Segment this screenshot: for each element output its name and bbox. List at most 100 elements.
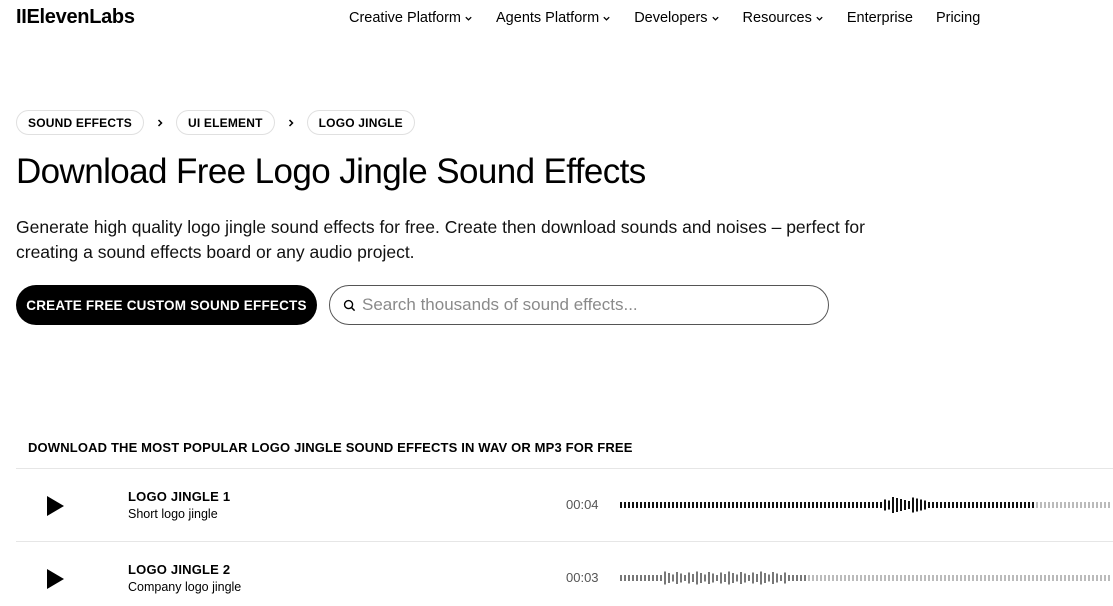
waveform-bar bbox=[924, 575, 926, 581]
breadcrumb-ui-element[interactable]: UI ELEMENT bbox=[175, 110, 275, 135]
waveform-bar bbox=[812, 575, 814, 581]
top-navigation-bar: IIElevenLabs Creative Platform Agents Pl… bbox=[0, 0, 1113, 36]
nav-pricing[interactable]: Pricing bbox=[936, 10, 980, 26]
waveform-bar bbox=[1024, 502, 1026, 508]
nav-creative-platform[interactable]: Creative Platform bbox=[349, 10, 473, 26]
waveform-bar bbox=[968, 502, 970, 508]
waveform-bar bbox=[920, 575, 922, 581]
waveform-bar bbox=[1056, 502, 1058, 508]
waveform-bar bbox=[632, 575, 634, 581]
waveform-bar bbox=[792, 575, 794, 581]
nav-agents-platform[interactable]: Agents Platform bbox=[496, 10, 611, 26]
waveform-bar bbox=[932, 575, 934, 581]
waveform-bar bbox=[704, 502, 706, 508]
waveform-bar bbox=[676, 572, 678, 584]
waveform-bar bbox=[848, 575, 850, 581]
breadcrumb-logo-jingle[interactable]: LOGO JINGLE bbox=[306, 110, 415, 135]
waveform-bar bbox=[892, 575, 894, 581]
waveform-bar bbox=[772, 572, 774, 584]
page-title: Download Free Logo Jingle Sound Effects bbox=[16, 152, 646, 191]
search-icon bbox=[343, 299, 356, 311]
search-input[interactable] bbox=[362, 295, 802, 315]
waveform-bar bbox=[1080, 575, 1082, 581]
waveform-bar bbox=[928, 502, 930, 508]
waveform-bar bbox=[872, 502, 874, 508]
sound-row: LOGO JINGLE 1 Short logo jingle 00:04 bbox=[16, 469, 1113, 541]
waveform-bar bbox=[976, 575, 978, 581]
waveform-bar bbox=[848, 502, 850, 508]
waveform-bar bbox=[1068, 575, 1070, 581]
waveform-bar bbox=[840, 502, 842, 508]
waveform-bar bbox=[716, 502, 718, 508]
elevenlabs-logo[interactable]: IIElevenLabs bbox=[16, 6, 135, 29]
waveform-bar bbox=[832, 575, 834, 581]
waveform-bar bbox=[752, 572, 754, 584]
waveform-bar bbox=[936, 502, 938, 508]
waveform[interactable] bbox=[620, 564, 1113, 592]
waveform-bar bbox=[792, 502, 794, 508]
waveform-bar bbox=[948, 575, 950, 581]
waveform-bar bbox=[684, 502, 686, 508]
nav-resources[interactable]: Resources bbox=[743, 10, 824, 26]
nav-label: Enterprise bbox=[846, 10, 913, 26]
search-box bbox=[329, 285, 829, 325]
waveform-bar bbox=[672, 574, 674, 582]
waveform-bar bbox=[636, 575, 638, 581]
waveform-bar bbox=[896, 575, 898, 581]
waveform-bar bbox=[1060, 575, 1062, 581]
waveform-bar bbox=[692, 574, 694, 582]
waveform-bar bbox=[1000, 575, 1002, 581]
create-sound-effects-button[interactable]: CREATE FREE CUSTOM SOUND EFFECTS bbox=[16, 285, 317, 325]
nav-developers[interactable]: Developers bbox=[634, 10, 719, 26]
waveform-bar bbox=[628, 575, 630, 581]
waveform-bar bbox=[996, 502, 998, 508]
waveform-bar bbox=[1036, 575, 1038, 581]
waveform-bar bbox=[824, 502, 826, 508]
waveform-bar bbox=[836, 502, 838, 508]
waveform-bar bbox=[620, 575, 622, 581]
waveform-bar bbox=[1096, 502, 1098, 508]
waveform-bar bbox=[744, 573, 746, 583]
waveform[interactable] bbox=[620, 491, 1113, 519]
waveform-bar bbox=[1056, 575, 1058, 581]
waveform-bar bbox=[952, 502, 954, 508]
waveform-bar bbox=[1048, 502, 1050, 508]
waveform-bar bbox=[708, 572, 710, 584]
waveform-bar bbox=[840, 575, 842, 581]
waveform-bar bbox=[896, 498, 898, 512]
waveform-bar bbox=[640, 502, 642, 508]
waveform-bar bbox=[652, 575, 654, 581]
waveform-bar bbox=[1100, 502, 1102, 508]
waveform-bar bbox=[968, 575, 970, 581]
waveform-bar bbox=[776, 573, 778, 583]
waveform-bar bbox=[908, 501, 910, 509]
waveform-bar bbox=[664, 502, 666, 508]
waveform-bar bbox=[928, 575, 930, 581]
waveform-bar bbox=[888, 575, 890, 581]
waveform-bar bbox=[964, 575, 966, 581]
breadcrumb-sound-effects[interactable]: SOUND EFFECTS bbox=[16, 110, 144, 135]
waveform-bar bbox=[724, 502, 726, 508]
waveform-bar bbox=[668, 502, 670, 508]
waveform-bar bbox=[796, 575, 798, 581]
waveform-bar bbox=[1012, 502, 1014, 508]
nav-label: Resources bbox=[742, 10, 812, 26]
waveform-bar bbox=[784, 502, 786, 508]
waveform-bar bbox=[980, 502, 982, 508]
waveform-bar bbox=[832, 502, 834, 508]
waveform-bar bbox=[680, 502, 682, 508]
waveform-bar bbox=[936, 575, 938, 581]
waveform-bar bbox=[924, 500, 926, 510]
play-button[interactable] bbox=[44, 568, 66, 590]
waveform-bar bbox=[796, 502, 798, 508]
waveform-bar bbox=[712, 573, 714, 583]
nav-enterprise[interactable]: Enterprise bbox=[847, 10, 913, 26]
page-subtitle: Generate high quality logo jingle sound … bbox=[16, 217, 865, 262]
waveform-bar bbox=[696, 502, 698, 508]
waveform-bar bbox=[764, 502, 766, 508]
waveform-bar bbox=[824, 575, 826, 581]
waveform-bar bbox=[1080, 502, 1082, 508]
play-button[interactable] bbox=[44, 495, 66, 517]
waveform-bar bbox=[724, 574, 726, 582]
waveform-bar bbox=[944, 575, 946, 581]
